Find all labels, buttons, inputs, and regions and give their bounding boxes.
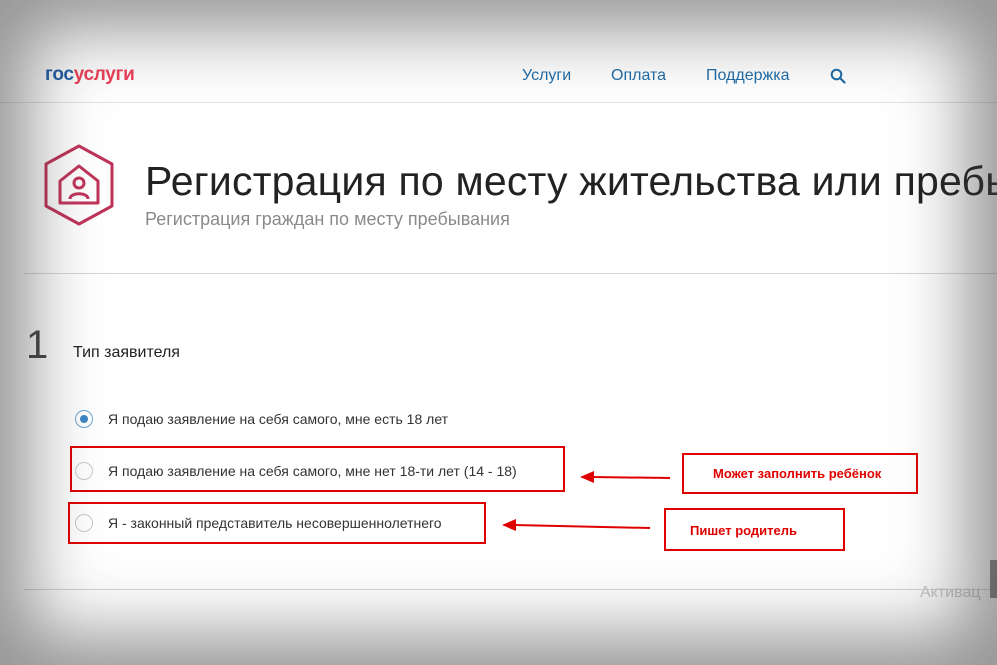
step-title: Тип заявителя [73, 344, 180, 361]
section-divider-bottom [24, 589, 997, 590]
page-subtitle: Регистрация граждан по месту пребывания [145, 209, 510, 229]
annotation-child-can-fill: Может заполнить ребёнок [713, 466, 882, 481]
header: госуслуги Услуги Оплата Поддержка [0, 0, 997, 103]
search-icon[interactable] [830, 68, 846, 84]
house-person-icon [44, 144, 114, 226]
section-divider [24, 273, 997, 274]
arrow-left-icon [502, 519, 651, 531]
highlight-box-minor-option [70, 446, 565, 492]
applicant-option-adult[interactable]: Я подаю заявление на себя самого, мне ес… [75, 410, 495, 432]
activation-faded-text: Активац [920, 584, 981, 601]
annotation-parent-writes: Пишет родитель [690, 523, 798, 538]
option-label: Я подаю заявление на себя самого, мне ес… [108, 411, 449, 427]
arrow-left-icon [580, 471, 671, 483]
highlight-box-representative-option [68, 502, 486, 544]
nav-link-payment[interactable]: Оплата [611, 67, 666, 85]
edge-scroll-tab[interactable] [990, 560, 997, 598]
page-title: Регистрация по месту жительства или преб… [145, 158, 997, 204]
radio-button-selected[interactable] [75, 410, 93, 428]
gosuslugi-logo[interactable]: госуслуги [45, 64, 135, 86]
logo-part-uslugi: услуги [73, 64, 135, 85]
logo-part-gos: гос [45, 64, 74, 85]
nav-link-support[interactable]: Поддержка [706, 67, 789, 85]
step-number: 1 [26, 323, 49, 367]
nav-link-services[interactable]: Услуги [522, 67, 571, 85]
